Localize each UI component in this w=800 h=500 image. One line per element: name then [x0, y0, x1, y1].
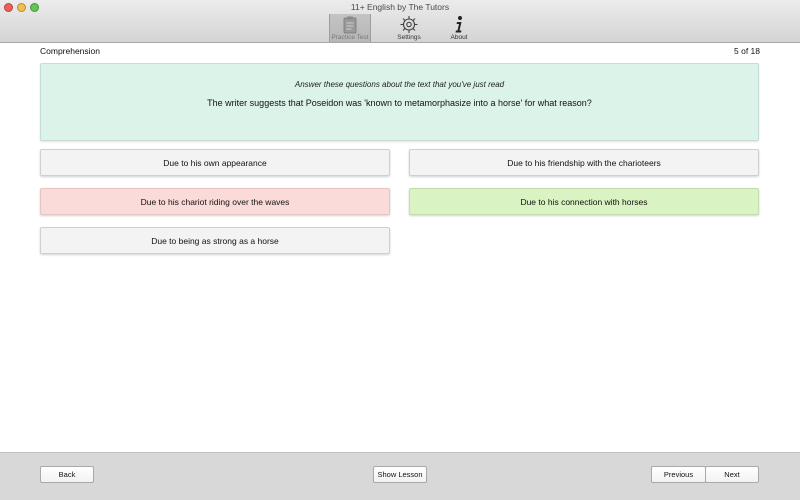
section-title: Comprehension [40, 46, 101, 56]
answer-option-1[interactable]: Due to his own appearance [40, 149, 390, 176]
answer-option-2[interactable]: Due to his friendship with the chariotee… [409, 149, 759, 176]
show-lesson-button[interactable]: Show Lesson [373, 466, 427, 483]
info-icon [455, 16, 462, 33]
question-instruction: Answer these questions about the text th… [294, 80, 505, 89]
question-panel: Answer these questions about the text th… [40, 63, 759, 141]
window-title: 11+ English by The Tutors [350, 2, 450, 12]
back-button[interactable]: Back [40, 466, 94, 483]
answer-option-4[interactable]: Due to his connection with horses [409, 188, 759, 215]
toolbar-settings-label: Settings [397, 34, 421, 41]
question-text: The writer suggests that Poseidon was 'k… [207, 98, 592, 108]
toolbar-about[interactable]: About [438, 14, 480, 42]
toolbar-about-label: About [450, 34, 468, 41]
window-toolbar: 11+ English by The Tutors Practice Test [0, 0, 800, 43]
previous-button[interactable]: Previous [651, 466, 706, 483]
question-counter: 5 of 18 [734, 46, 760, 56]
toolbar-practice-test-label: Practice Test [331, 34, 369, 41]
answer-option-5[interactable]: Due to being as strong as a horse [40, 227, 390, 254]
clipboard-icon [343, 16, 357, 34]
next-button[interactable]: Next [705, 466, 759, 483]
answer-option-3[interactable]: Due to his chariot riding over the waves [40, 188, 390, 215]
toolbar-practice-test[interactable]: Practice Test [329, 14, 371, 42]
toolbar-settings[interactable]: Settings [388, 14, 430, 42]
bottom-bar: Back Show Lesson Previous Next [0, 452, 800, 500]
gear-icon [400, 16, 418, 33]
